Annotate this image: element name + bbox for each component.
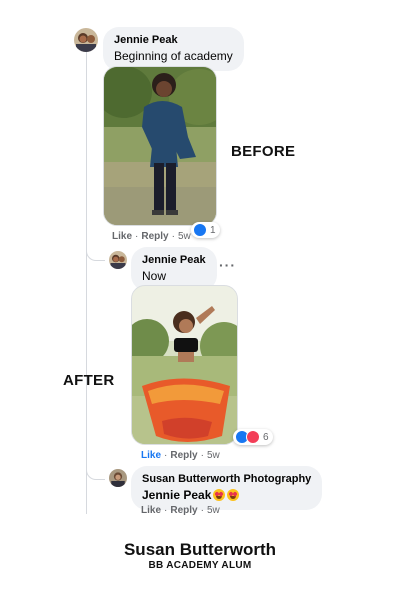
reply-button[interactable]: Reply [141, 231, 168, 242]
heart-eyes-emoji-icon [213, 489, 226, 501]
timestamp[interactable]: 5w [207, 450, 220, 461]
heart-eyes-emoji-icon [227, 489, 240, 501]
thread-branch [86, 246, 105, 261]
mention-link[interactable]: Jennie Peak [142, 488, 211, 502]
after-label: AFTER [63, 372, 115, 389]
more-options-icon[interactable]: ··· [219, 257, 236, 273]
thread-branch [86, 465, 105, 480]
reply-button[interactable]: Reply [170, 450, 197, 461]
reaction-summary[interactable]: 6 [233, 429, 273, 445]
comment-author[interactable]: Susan Butterworth Photography [142, 472, 311, 487]
comment-author[interactable]: Jennie Peak [114, 33, 233, 48]
avatar[interactable] [74, 28, 98, 52]
reply-button[interactable]: Reply [170, 505, 197, 516]
before-label: BEFORE [231, 143, 296, 160]
comment-bubble: Jennie Peak Beginning of academy [103, 27, 244, 71]
like-button[interactable]: Like [141, 505, 161, 516]
comment-author[interactable]: Jennie Peak [142, 253, 206, 268]
comment-actions: Like · Reply · 5w [141, 505, 220, 516]
thread-line [86, 52, 87, 514]
avatar[interactable] [109, 469, 127, 487]
reaction-count: 6 [263, 431, 269, 443]
comment-text: Beginning of academy [114, 49, 233, 63]
avatar[interactable] [109, 251, 127, 269]
reaction-count: 1 [210, 224, 216, 236]
comment-text: Jennie Peak [142, 487, 311, 503]
timestamp[interactable]: 5w [178, 231, 191, 242]
before-photo[interactable] [103, 66, 217, 226]
like-button[interactable]: Like [141, 450, 161, 461]
comment-actions: Like · Reply · 5w [112, 231, 191, 242]
comment-actions: Like · Reply · 5w [141, 450, 220, 461]
comment-bubble: Susan Butterworth Photography Jennie Pea… [131, 466, 323, 510]
love-reaction-icon [246, 430, 260, 444]
after-photo[interactable] [131, 285, 238, 445]
caption-subtitle: BB ACADEMY ALUM [148, 560, 252, 571]
like-reaction-icon [193, 223, 207, 237]
like-button[interactable]: Like [112, 231, 132, 242]
timestamp[interactable]: 5w [207, 505, 220, 516]
comment-text: Now [142, 269, 167, 283]
reaction-summary[interactable]: 1 [191, 222, 220, 238]
caption-name: Susan Butterworth [123, 540, 277, 559]
